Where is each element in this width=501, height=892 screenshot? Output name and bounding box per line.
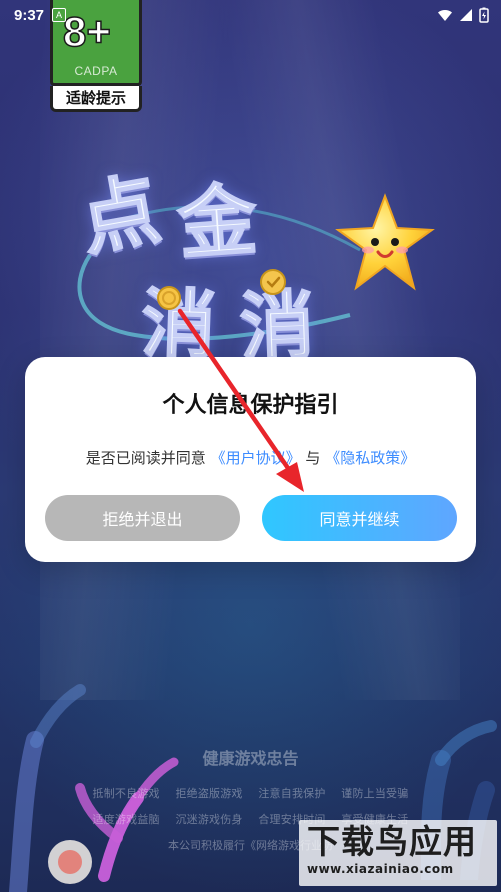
health-advice-title: 健康游戏忠告 — [202, 749, 299, 768]
agree-button[interactable]: 同意并继续 — [262, 495, 457, 541]
status-bar: 9:37 A — [0, 0, 501, 30]
privacy-dialog: 个人信息保护指引 是否已阅读并同意 《用户协议》 与 《隐私政策》 拒绝并退出 … — [25, 357, 476, 562]
advice-item: 抵制不良游戏 — [92, 787, 160, 800]
wifi-icon — [438, 10, 452, 21]
advice-item: 沉迷游戏伤身 — [175, 813, 243, 826]
battery-icon — [479, 7, 489, 23]
dialog-body-prefix: 是否已阅读并同意 — [85, 449, 206, 467]
coin-icon-1 — [157, 286, 181, 310]
coin-icon-2 — [260, 269, 286, 295]
status-left: 9:37 A — [14, 6, 67, 24]
signal-icon — [460, 9, 472, 21]
logo-char-2: 金 — [174, 174, 260, 271]
advice-item: 拒绝盗版游戏 — [175, 787, 243, 800]
status-icons — [437, 7, 489, 23]
star-mascot-icon — [335, 193, 435, 291]
watermark-url: www.xiazainiao.com — [307, 862, 454, 877]
age-rating-label: 适龄提示 — [50, 86, 142, 112]
watermark-title: 下载鸟应用 — [307, 822, 477, 861]
status-time: 9:37 — [14, 6, 45, 24]
health-advice-row-1: 抵制不良游戏 拒绝盗版游戏 注意自我保护 谨防上当受骗 — [0, 785, 501, 801]
dialog-title: 个人信息保护指引 — [162, 393, 339, 418]
dialog-body: 是否已阅读并同意 《用户协议》 与 《隐私政策》 — [25, 447, 476, 468]
reject-button[interactable]: 拒绝并退出 — [45, 495, 240, 541]
advice-item: 注意自我保护 — [258, 787, 326, 800]
dialog-body-conjunction: 与 — [305, 449, 321, 467]
age-rating-org: CADPA — [74, 64, 118, 78]
advice-item: 适度游戏益脑 — [92, 813, 160, 826]
site-watermark: 下载鸟应用 www.xiazainiao.com — [299, 820, 497, 886]
notification-icon: A — [52, 8, 67, 22]
game-logo: 点 金 消 消 — [60, 135, 450, 372]
privacy-policy-link[interactable]: 《隐私政策》 — [325, 449, 415, 467]
user-agreement-link[interactable]: 《用户协议》 — [211, 449, 301, 467]
advice-item: 谨防上当受骗 — [341, 787, 409, 800]
